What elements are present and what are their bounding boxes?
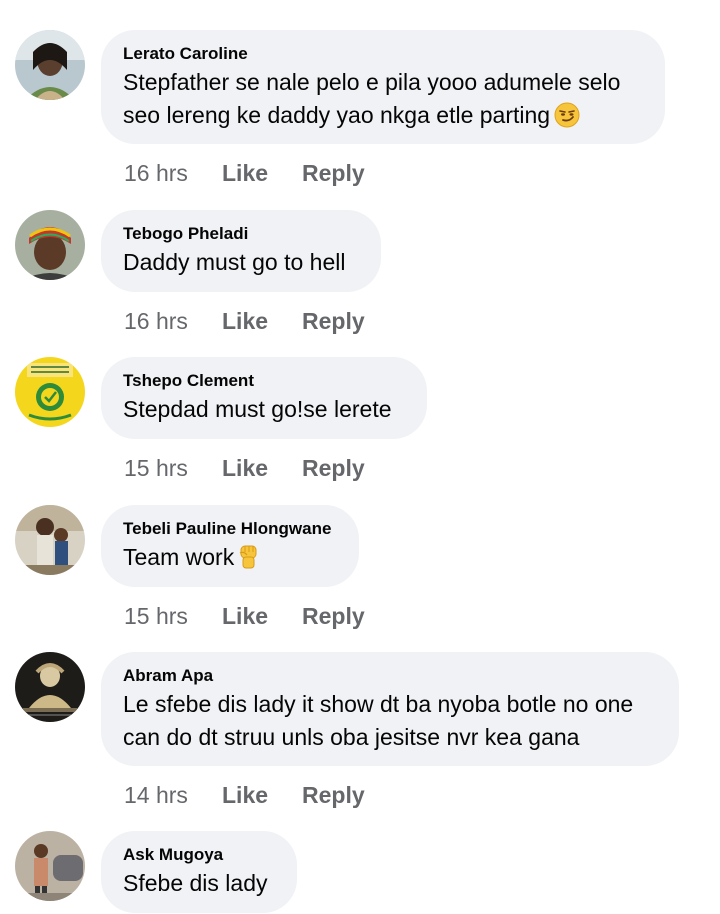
comment-text: Team work [123, 541, 337, 579]
comment-text: Le sfebe dis lady it show dt ba nyoba bo… [123, 688, 657, 754]
like-button[interactable]: Like [222, 455, 302, 481]
comment-timestamp[interactable]: 16 hrs [124, 160, 222, 186]
avatar[interactable] [15, 357, 85, 427]
comment-text: Stepfather se nale pelo e pila yooo adum… [123, 66, 643, 137]
comment-text-line: seo lereng ke daddy yao nkga etle partin… [123, 102, 551, 128]
comment-author[interactable]: Tshepo Clement [123, 371, 405, 391]
comment-text-line-with-emoji: Team work [123, 541, 337, 579]
comment-author[interactable]: Tebogo Pheladi [123, 224, 359, 244]
avatar-photo [15, 357, 85, 427]
avatar[interactable] [15, 30, 85, 100]
reply-button[interactable]: Reply [302, 308, 365, 334]
avatar[interactable] [15, 652, 85, 722]
like-button[interactable]: Like [222, 308, 302, 334]
comment-actions: 16 hrs Like Reply [124, 308, 365, 334]
comment-text-line: can do dt struu unls oba jesitse nvr kea… [123, 724, 580, 750]
reply-button[interactable]: Reply [302, 782, 365, 808]
comment-text: Daddy must go to hell [123, 246, 359, 279]
like-button[interactable]: Like [222, 603, 302, 629]
comment-timestamp[interactable]: 16 hrs [124, 308, 222, 334]
comment-text-line: Stepdad must go!se lerete [123, 396, 392, 422]
avatar-photo [15, 505, 85, 575]
comment-timestamp[interactable]: 15 hrs [124, 455, 222, 481]
avatar[interactable] [15, 210, 85, 280]
comment-bubble: Tebogo Pheladi Daddy must go to hell [101, 210, 381, 292]
reply-button[interactable]: Reply [302, 455, 365, 481]
comment-text-line: Le sfebe dis lady it show dt ba nyoba bo… [123, 691, 634, 717]
comment-actions: 15 hrs Like Reply [124, 603, 365, 629]
comment-text: Stepdad must go!se lerete [123, 393, 405, 426]
comment-text-line: Stepfather se nale pelo e pila yooo adum… [123, 69, 621, 95]
raised-fist-emoji-icon [238, 542, 260, 579]
comment-author[interactable]: Lerato Caroline [123, 44, 643, 64]
comment-author[interactable]: Abram Apa [123, 666, 657, 686]
avatar-photo [15, 30, 85, 100]
comment-bubble: Tebeli Pauline Hlongwane Team work [101, 505, 359, 587]
comment-author[interactable]: Tebeli Pauline Hlongwane [123, 519, 337, 539]
comment-actions: 14 hrs Like Reply [124, 782, 365, 808]
like-button[interactable]: Like [222, 782, 302, 808]
comment-text: Sfebe dis lady [123, 867, 275, 900]
like-button[interactable]: Like [222, 160, 302, 186]
avatar-photo [15, 210, 85, 280]
comment-actions: 16 hrs Like Reply [124, 160, 365, 186]
comment-bubble: Lerato Caroline Stepfather se nale pelo … [101, 30, 665, 144]
avatar[interactable] [15, 831, 85, 901]
comment-actions: 15 hrs Like Reply [124, 455, 365, 481]
reply-button[interactable]: Reply [302, 160, 365, 186]
comment-bubble: Abram Apa Le sfebe dis lady it show dt b… [101, 652, 679, 766]
comment-timestamp[interactable]: 14 hrs [124, 782, 222, 808]
avatar-photo [15, 831, 85, 901]
reply-button[interactable]: Reply [302, 603, 365, 629]
comment-author[interactable]: Ask Mugoya [123, 845, 275, 865]
comment-timestamp[interactable]: 15 hrs [124, 603, 222, 629]
comment-text-line: Team work [123, 544, 235, 570]
smirk-face-emoji-icon [554, 102, 580, 137]
avatar-photo [15, 652, 85, 722]
comment-bubble: Tshepo Clement Stepdad must go!se lerete [101, 357, 427, 439]
comment-bubble: Ask Mugoya Sfebe dis lady [101, 831, 297, 913]
avatar[interactable] [15, 505, 85, 575]
comment-text-line-with-emoji: seo lereng ke daddy yao nkga etle partin… [123, 99, 643, 137]
comment-text-line: Daddy must go to hell [123, 249, 346, 275]
comment-text-line: Sfebe dis lady [123, 870, 268, 896]
